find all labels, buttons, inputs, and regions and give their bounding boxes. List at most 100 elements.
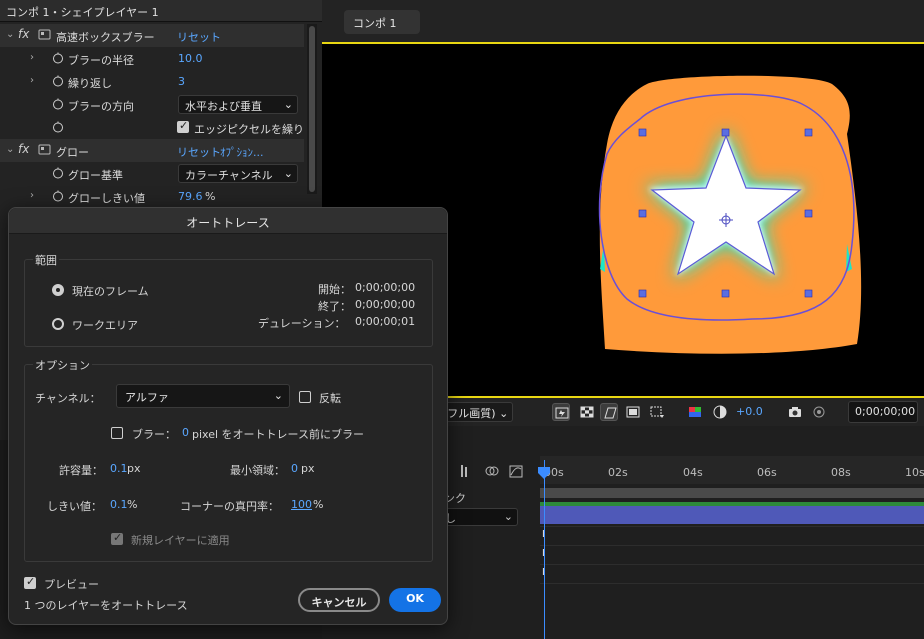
threshold-value[interactable]: 0.1	[110, 498, 128, 511]
mask-visibility-icon[interactable]	[600, 403, 618, 421]
effect-name: 高速ボックスブラー	[56, 31, 155, 44]
threshold-unit: %	[127, 498, 138, 511]
row-divider	[540, 526, 924, 527]
tolerance-unit: px	[127, 462, 141, 475]
chevron-down-icon[interactable]: ⌄	[6, 144, 14, 155]
property-row-glow-threshold: › グローしきい値 79.6 %	[0, 185, 304, 208]
start-label: 開始：	[318, 283, 351, 296]
blur-value[interactable]: 0	[182, 426, 189, 439]
chevron-down-icon: ⌄	[499, 407, 509, 420]
blur-label[interactable]: ブラー：	[132, 426, 176, 442]
time-ruler[interactable]	[540, 456, 924, 484]
channel-label: チャンネル：	[35, 392, 101, 405]
tick-label: 06s	[757, 466, 777, 479]
stopwatch-icon[interactable]	[52, 189, 64, 202]
property-label: グローしきい値	[68, 192, 145, 205]
tolerance-value[interactable]: 0.1	[110, 462, 128, 475]
row-divider	[540, 583, 924, 584]
resolution-dropdown[interactable]: (フル画質) ⌄	[438, 402, 514, 422]
tick-label: 02s	[608, 466, 628, 479]
property-unit: %	[205, 190, 216, 203]
reset-exposure-icon[interactable]	[711, 403, 729, 421]
stopwatch-icon[interactable]	[52, 97, 64, 110]
current-time-indicator[interactable]	[544, 460, 545, 639]
preview-label[interactable]: プレビュー	[44, 576, 99, 592]
effect-options-link[interactable]: ｵﾌﾟｼｮﾝ...	[220, 144, 264, 160]
tick-label: 10s	[905, 466, 924, 479]
effect-controls-title: コンポ 1・シェイプレイヤー 1	[6, 6, 159, 19]
exposure-value[interactable]: +0.0	[736, 405, 763, 418]
dropdown-value: 水平および垂直	[185, 100, 262, 113]
show-snapshot-icon[interactable]	[810, 403, 828, 421]
effect-controls-scrollbar[interactable]	[307, 24, 317, 194]
apply-new-layer-checkbox[interactable]	[111, 531, 123, 545]
draft-3d-icon[interactable]	[458, 463, 474, 479]
show-channel-icon[interactable]	[686, 403, 704, 421]
corner-roundness-label: コーナーの真円率：	[180, 500, 279, 513]
fx-badge[interactable]: fx	[18, 142, 29, 156]
region-of-interest-icon[interactable]	[624, 403, 642, 421]
cancel-button[interactable]: キャンセル	[298, 588, 380, 612]
motion-blur-icon[interactable]	[484, 463, 500, 479]
current-frame-label[interactable]: 現在のフレーム	[72, 283, 149, 299]
current-frame-radio[interactable]	[52, 284, 64, 296]
chevron-right-icon[interactable]: ›	[30, 190, 34, 201]
property-value[interactable]: 10.0	[178, 52, 203, 65]
invert-checkbox[interactable]	[299, 391, 311, 403]
layer-duration-bar[interactable]	[540, 506, 924, 524]
tab-composition[interactable]: コンポ 1	[344, 10, 420, 34]
stopwatch-icon[interactable]	[52, 74, 64, 87]
property-value[interactable]: 79.6	[178, 190, 203, 203]
repeat-edge-pixels-checkbox[interactable]	[177, 119, 189, 133]
effect-reset-link[interactable]: リセット	[177, 144, 221, 160]
min-area-label: 最小領域：	[230, 464, 285, 477]
ok-button[interactable]: OK	[389, 588, 441, 612]
preview-checkbox[interactable]	[24, 575, 36, 589]
chevron-down-icon[interactable]: ⌄	[6, 29, 14, 40]
blur-checkbox[interactable]	[111, 427, 123, 439]
current-time-indicator-head[interactable]	[537, 466, 551, 480]
fast-previews-icon[interactable]	[552, 403, 570, 421]
camera-snapshot-icon[interactable]	[786, 403, 804, 421]
glow-based-on-dropdown[interactable]: カラーチャンネル ⌄	[178, 164, 298, 183]
chevron-right-icon[interactable]: ›	[30, 52, 34, 63]
track-matte-dropdown[interactable]: し ⌄	[440, 508, 518, 526]
end-value: 0;00;00;00	[355, 298, 416, 311]
dialog-title: オートトレース	[9, 208, 447, 234]
property-row-iterations: › 繰り返し 3	[0, 70, 304, 93]
duration-label: デュレーション：	[258, 317, 346, 330]
stopwatch-icon[interactable]	[52, 120, 64, 133]
property-label: グロー基準	[68, 169, 123, 182]
apply-new-layer-label: 新規レイヤーに適用	[131, 534, 230, 547]
work-area-bar[interactable]	[540, 488, 924, 498]
chevron-down-icon: ⌄	[273, 389, 283, 402]
dropdown-value: カラーチャンネル	[185, 169, 273, 182]
autotrace-dialog: オートトレース 範囲 現在のフレーム ワークエリア 開始： 0;00;00;00…	[8, 207, 448, 625]
grid-guide-options-icon[interactable]	[648, 403, 666, 421]
effect-header-fast-box-blur[interactable]: ⌄ fx 高速ボックスブラー リセット	[0, 24, 304, 47]
resolution-value: (フル画質)	[443, 407, 496, 420]
blur-suffix: pixel をオートトレース前にブラー	[192, 428, 364, 441]
channel-dropdown[interactable]: アルファ ⌄	[116, 384, 290, 408]
tolerance-label: 許容量：	[59, 464, 103, 477]
graph-editor-icon[interactable]	[508, 463, 524, 479]
status-text: 1 つのレイヤーをオートトレース	[24, 599, 188, 612]
stopwatch-icon[interactable]	[52, 51, 64, 64]
invert-label[interactable]: 反転	[319, 390, 341, 406]
tick-label: 04s	[683, 466, 703, 479]
property-value[interactable]: 3	[178, 75, 185, 88]
transparency-grid-icon[interactable]	[578, 403, 596, 421]
effect-header-glow[interactable]: ⌄ fx グロー リセット ｵﾌﾟｼｮﾝ...	[0, 139, 304, 162]
current-time-display[interactable]: 0;00;00;00	[848, 401, 918, 423]
work-area-label[interactable]: ワークエリア	[72, 317, 138, 333]
fx-badge[interactable]: fx	[18, 27, 29, 41]
chevron-right-icon[interactable]: ›	[30, 75, 34, 86]
effect-reset-link[interactable]: リセット	[177, 29, 221, 45]
work-area-radio[interactable]	[52, 318, 64, 330]
stopwatch-icon[interactable]	[52, 166, 64, 179]
blur-direction-dropdown[interactable]: 水平および垂直 ⌄	[178, 95, 298, 114]
corner-roundness-value[interactable]: 100	[291, 498, 312, 511]
effect-preset-icon	[38, 28, 51, 41]
min-area-value[interactable]: 0	[291, 462, 298, 475]
property-row-glow-based-on: グロー基準 カラーチャンネル ⌄	[0, 162, 304, 185]
